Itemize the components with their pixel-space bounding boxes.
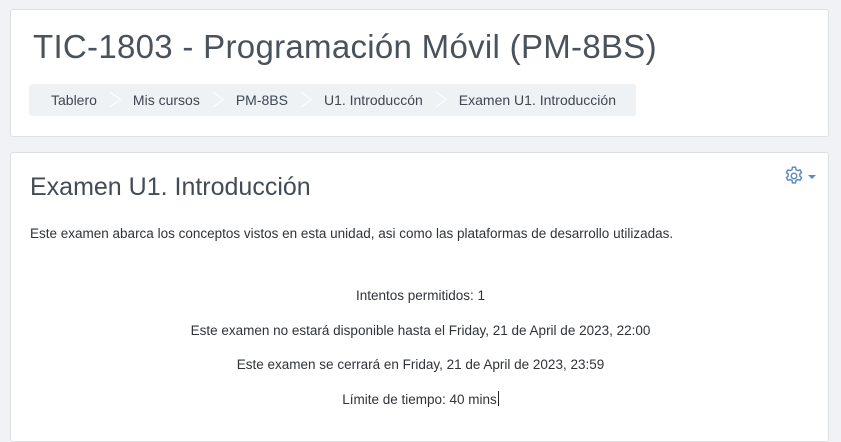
open-date: Este examen no estará disponible hasta e… xyxy=(190,322,651,338)
breadcrumb-item-tablero[interactable]: Tablero xyxy=(29,84,111,116)
breadcrumb-item-section[interactable]: U1. Introduccón xyxy=(302,84,437,116)
course-title: TIC-1803 - Programación Móvil (PM-8BS) xyxy=(33,28,657,65)
quiz-main-card: Examen U1. Introducción Este examen abar… xyxy=(10,152,829,442)
breadcrumb-item-mis-cursos[interactable]: Mis cursos xyxy=(111,84,214,116)
time-limit-row: Límite de tiempo: 40 mins xyxy=(11,390,830,425)
breadcrumb-item-quiz[interactable]: Examen U1. Introducción xyxy=(437,84,630,116)
close-date: Este examen se cerrará en Friday, 21 de … xyxy=(236,357,605,372)
breadcrumb: Tablero Mis cursos PM-8BS U1. Introduccó… xyxy=(29,84,636,116)
settings-menu-button[interactable] xyxy=(783,165,816,187)
gear-icon xyxy=(783,165,805,187)
quiz-title: Examen U1. Introducción xyxy=(30,173,311,201)
course-header-card: TIC-1803 - Programación Móvil (PM-8BS) T… xyxy=(10,9,829,137)
chevron-down-icon xyxy=(808,175,816,179)
time-limit: Límite de tiempo: 40 mins xyxy=(342,391,497,407)
quiz-info: Intentos permitidos: 1 Este examen no es… xyxy=(11,286,830,424)
attempts-allowed: Intentos permitidos: 1 xyxy=(355,288,486,303)
quiz-description: Este examen abarca los conceptos vistos … xyxy=(30,226,674,241)
breadcrumb-item-course[interactable]: PM-8BS xyxy=(214,84,302,116)
text-cursor xyxy=(497,390,499,406)
